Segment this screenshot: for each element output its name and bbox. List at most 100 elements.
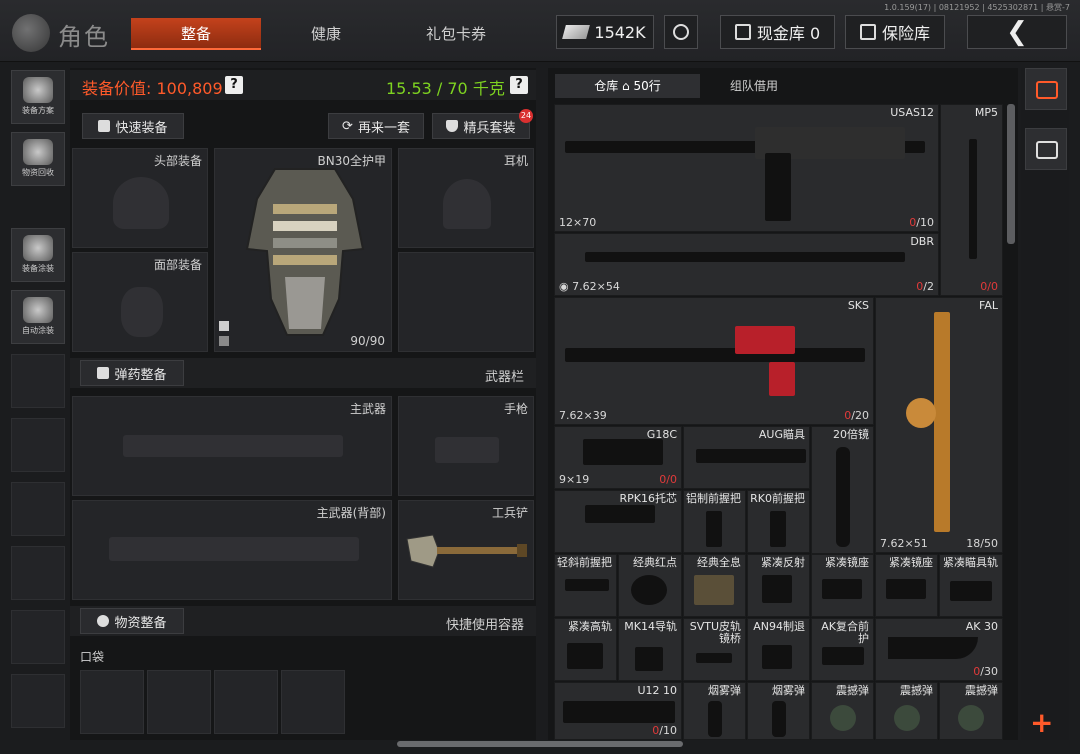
sidebar-empty-slot	[11, 610, 65, 664]
insurance-label: 保险库	[881, 24, 930, 43]
tab-gift-cards[interactable]: 礼包卡券	[392, 18, 520, 50]
face-gear-label: 面部装备	[153, 258, 202, 272]
item-holo-sight[interactable]: 经典全息	[683, 554, 746, 617]
item-name: 震撼弹	[965, 684, 998, 697]
item-an94-brake[interactable]: AN94制退	[747, 618, 810, 681]
item-flashbang[interactable]: 震撼弹	[811, 682, 874, 740]
weight-help-button[interactable]: ?	[510, 76, 528, 94]
recycle-icon	[23, 139, 53, 165]
grip-icon	[770, 511, 786, 547]
head-gear-slot[interactable]: 头部装备	[72, 148, 208, 248]
elite-set-button[interactable]: 精兵套装	[432, 113, 530, 139]
organize-button[interactable]	[1025, 128, 1067, 170]
item-compact-mount-2[interactable]: 紧凑镜座	[875, 554, 938, 617]
globe-icon	[12, 14, 50, 52]
pocket-slot-1[interactable]	[80, 670, 144, 734]
item-smoke-grenade-2[interactable]: 烟雾弹	[747, 682, 810, 740]
item-name: 紧凑镜座	[825, 556, 869, 569]
money-display[interactable]: 1542K	[556, 15, 654, 49]
cash-vault-button[interactable]: 现金库 0	[720, 15, 835, 49]
pocket-slot-3[interactable]	[214, 670, 278, 734]
item-sks[interactable]: SKS 7.62×39 0/20	[554, 297, 874, 425]
item-compact-reflex[interactable]: 紧凑反射	[747, 554, 810, 617]
item-smoke-grenade[interactable]: 烟雾弹	[683, 682, 746, 740]
item-ammo: 12×70	[559, 216, 597, 229]
item-ak-30-mag[interactable]: AK 30 0/30	[875, 618, 1003, 681]
add-button[interactable]: +	[1030, 706, 1053, 739]
sidebar-label: 装备方案	[22, 106, 54, 115]
headset-slot[interactable]: 耳机	[398, 148, 534, 248]
item-rk0-grip[interactable]: RK0前握把	[747, 490, 810, 553]
shovel-label: 工兵铲	[491, 506, 528, 520]
item-mk14-rail[interactable]: MK14导轨	[618, 618, 682, 681]
helmet-icon	[113, 177, 169, 229]
insurance-button[interactable]: 保险库	[845, 15, 945, 49]
sidebar-item-loadout[interactable]: 装备方案	[11, 70, 65, 124]
supply-equip-button[interactable]: 物资整备	[80, 608, 184, 634]
ammo-equip-label: 弹药整备	[114, 367, 167, 383]
item-compact-rail[interactable]: 紧凑瞄具轨	[939, 554, 1003, 617]
item-name: AK复合前护	[821, 620, 869, 645]
shovel-slot[interactable]: 工兵铲	[398, 500, 534, 600]
sidebar-empty-slot	[11, 418, 65, 472]
quick-equip-button[interactable]: 快速装备	[82, 113, 184, 139]
item-flashbang-3[interactable]: 震撼弹	[939, 682, 1003, 740]
item-flashbang-2[interactable]: 震撼弹	[875, 682, 938, 740]
item-name: AUG瞄具	[758, 428, 805, 441]
item-20x-scope[interactable]: 20倍镜	[811, 426, 874, 554]
item-dbr[interactable]: DBR ◉ 7.62×54 0/2	[554, 233, 939, 296]
rifle-icon	[123, 435, 343, 457]
back-button[interactable]: ❮	[967, 15, 1067, 49]
tab-warehouse[interactable]: 仓库 ⌂ 50行	[555, 74, 700, 98]
sort-button[interactable]	[1025, 68, 1067, 110]
item-fal[interactable]: FAL 7.62×51 18/50	[875, 297, 1003, 553]
primary-back-weapon-slot[interactable]: 主武器(背部)	[72, 500, 392, 600]
pistol-slot[interactable]: 手枪	[398, 396, 534, 496]
item-capacity: 0/20	[844, 409, 869, 422]
body-armor-icon	[245, 168, 365, 336]
item-angled-grip[interactable]: 轻斜前握把	[554, 554, 617, 617]
ammo-icon	[97, 367, 110, 379]
item-compact-mount[interactable]: 紧凑镜座	[811, 554, 874, 617]
sidebar-item-auto-paint[interactable]: 自动涂装	[11, 290, 65, 344]
ammo-icon: ◉	[559, 280, 573, 293]
tab-team-borrow[interactable]: 组队借用	[702, 74, 806, 98]
item-alu-grip[interactable]: 铝制前握把	[683, 490, 746, 553]
tab-equip[interactable]: 整备	[131, 18, 261, 50]
ammo-equip-button[interactable]: 弹药整备	[80, 360, 184, 386]
sidebar-item-paint[interactable]: 装备涂装	[11, 228, 65, 282]
pocket-slot-4[interactable]	[281, 670, 345, 734]
warehouse-tab-label: 仓库	[594, 79, 619, 93]
tab-health[interactable]: 健康	[268, 18, 384, 50]
value-help-button[interactable]: ?	[225, 76, 243, 94]
armor-slot[interactable]: BN30全护甲 90/90	[214, 148, 392, 352]
empty-gear-slot[interactable]	[398, 252, 534, 352]
primary-weapon-slot[interactable]: 主武器	[72, 396, 392, 496]
holo-sight-icon	[694, 575, 734, 605]
item-red-dot[interactable]: 经典红点	[618, 554, 682, 617]
item-u12-mag[interactable]: U12 10 0/10	[554, 682, 682, 740]
item-ak-handguard[interactable]: AK复合前护	[811, 618, 874, 681]
item-svtu-rail[interactable]: SVTU皮轨镜桥	[683, 618, 746, 681]
drum-mag-icon	[906, 398, 936, 428]
item-rpk16-stock[interactable]: RPK16托芯	[554, 490, 682, 553]
item-g18c[interactable]: G18C 9×19 0/0	[554, 426, 682, 489]
item-compact-high-rail[interactable]: 紧凑高轨	[554, 618, 617, 681]
item-name: 轻斜前握把	[557, 556, 612, 569]
gas-mask-icon	[121, 287, 163, 337]
storage-scrollbar[interactable]	[1007, 104, 1015, 244]
back-arrow-icon: ❮	[1006, 17, 1028, 47]
mask-icon	[97, 615, 110, 627]
sidebar-label: 装备涂装	[22, 264, 54, 273]
pocket-slot-2[interactable]	[147, 670, 211, 734]
item-aug-sight[interactable]: AUG瞄具	[683, 426, 810, 489]
item-mp5[interactable]: MP5 0/0	[940, 104, 1003, 296]
magazine-icon	[563, 701, 675, 723]
sidebar-item-recycle[interactable]: 物资回收	[11, 132, 65, 186]
ammo-section-bar: 弹药整备 武器栏	[70, 358, 536, 388]
again-set-button[interactable]: ⟳ 再来一套	[328, 113, 424, 139]
agent-button[interactable]	[664, 15, 698, 49]
item-name: AN94制退	[753, 620, 805, 633]
item-usas12[interactable]: USAS12 12×70 0/10	[554, 104, 939, 232]
face-gear-slot[interactable]: 面部装备	[72, 252, 208, 352]
